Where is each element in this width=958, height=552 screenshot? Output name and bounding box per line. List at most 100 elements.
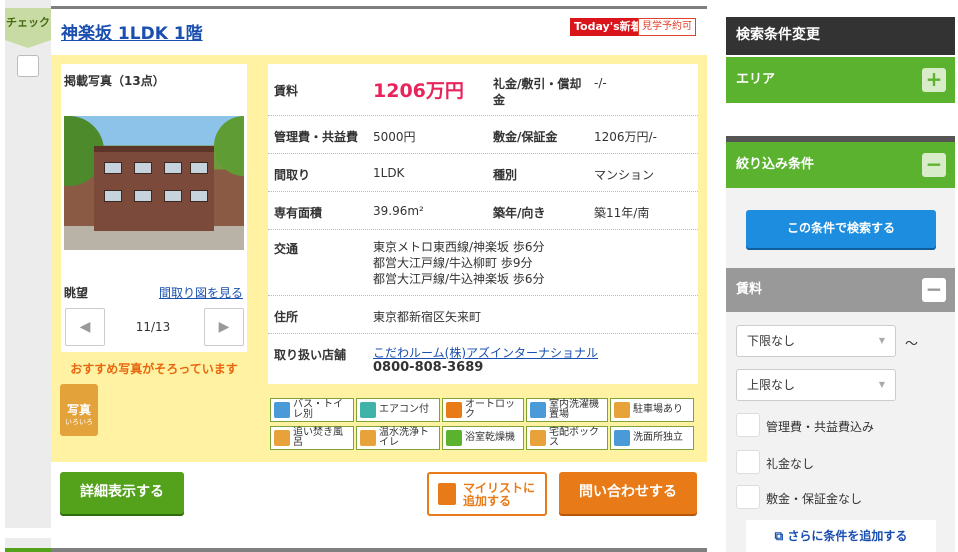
layout-value: 1LDK <box>373 166 405 180</box>
dryer-icon <box>446 430 462 446</box>
feature-label: 宅配ボックス <box>549 427 599 448</box>
listing-title[interactable]: 神楽坂 1LDK 1階 <box>61 19 203 44</box>
table-row: 専有面積 39.96m² 築年/向き 築11年/南 <box>268 192 698 230</box>
next-listing-divider <box>51 548 707 552</box>
address-value: 東京都新宿区矢来町 <box>373 310 482 324</box>
feature-label: 室内洗濯機置場 <box>549 399 599 420</box>
aircon-icon <box>360 402 376 418</box>
feature-label: 浴室乾燥機 <box>465 432 515 443</box>
feature-label: 追い焚き風呂 <box>293 427 343 448</box>
mgmt-label: 管理費・共益費 <box>274 130 359 144</box>
rent-section-toggle[interactable]: 賃料 − <box>726 268 955 312</box>
feature-aircon: エアコン付 <box>356 398 440 422</box>
refine-section-toggle[interactable]: 絞り込み条件 − <box>726 142 955 188</box>
no-reikin-checkbox[interactable] <box>736 450 760 474</box>
rent-label: 賃料 <box>274 84 299 98</box>
prev-photo-button[interactable]: ◀ <box>65 308 105 346</box>
plus-icon: + <box>922 68 946 92</box>
check-strip <box>5 0 51 528</box>
building-graphic <box>94 146 214 231</box>
access-line: 都営大江戸線/牛込柳町 歩9分 <box>373 256 533 270</box>
address-label: 住所 <box>274 310 299 324</box>
external-link-icon: ⧉ <box>774 529 788 543</box>
add-condition-link[interactable]: ⧉ さらに条件を追加する <box>746 520 936 552</box>
new-badge: Today's新着 <box>570 18 646 36</box>
search-button[interactable]: この条件で検索する <box>746 210 936 248</box>
option-label: 礼金なし <box>766 457 815 471</box>
mgmt-included-checkbox[interactable] <box>736 413 760 437</box>
feature-label: オートロック <box>465 399 515 420</box>
sink-icon <box>614 430 630 446</box>
area-label: 専有面積 <box>274 206 323 220</box>
tree-graphic <box>214 116 244 176</box>
photo-counter: 11/13 <box>135 320 171 334</box>
minus-icon: − <box>922 278 946 302</box>
feature-label: 洗面所独立 <box>633 432 683 443</box>
photo-icon-label: 写真 <box>66 403 91 417</box>
photos-label: 掲載写真（13点） <box>64 74 165 88</box>
lock-icon <box>446 402 462 418</box>
access-line: 都営大江戸線/牛込神楽坂 歩6分 <box>373 272 545 286</box>
access-line: 東京メトロ東西線/神楽坂 歩6分 <box>373 240 545 254</box>
add-mylist-button[interactable]: マイリストに追加する <box>427 472 547 516</box>
rent-value: 1206万円 <box>373 80 464 102</box>
mylist-label: マイリストに追加する <box>463 481 536 508</box>
bath-icon <box>274 402 290 418</box>
feature-bath-toilet: バス・トイレ別 <box>270 398 354 422</box>
listing-checkbox[interactable] <box>17 55 39 77</box>
visit-badge: 見学予約可 <box>638 18 696 36</box>
add-condition-label: さらに条件を追加する <box>787 529 908 543</box>
feature-delivery-box: 宅配ボックス <box>526 426 608 450</box>
age-label: 築年/向き <box>493 206 546 220</box>
bathtub-icon <box>274 430 290 446</box>
next-photo-button[interactable]: ▶ <box>204 308 244 346</box>
shikikin-label: 敷金/保証金 <box>493 130 558 144</box>
photo-icon-sub: いろいろ <box>65 418 93 426</box>
table-row: 交通 東京メトロ東西線/神楽坂 歩6分 都営大江戸線/牛込柳町 歩9分 都営大江… <box>268 230 698 296</box>
page: チェック 神楽坂 1LDK 1階 Today's新着 見学予約可 掲載写真（13… <box>0 0 958 552</box>
option-label: 管理費・共益費込み <box>766 420 875 434</box>
feature-label: バス・トイレ別 <box>293 399 343 420</box>
option-label: 敷金・保証金なし <box>766 492 863 506</box>
photo-stack-icon: 写真 いろいろ <box>60 384 98 436</box>
type-label: 種別 <box>493 168 518 182</box>
sidebar-header: 検索条件変更 <box>726 17 955 55</box>
table-row: 取り扱い店舗 こだわルーム(株)アズインターナショナル 0800-808-368… <box>268 334 698 384</box>
rent-max-select[interactable]: 上限なし <box>736 369 896 401</box>
feature-washer: 室内洗濯機置場 <box>526 398 608 422</box>
mgmt-value: 5000円 <box>373 130 416 144</box>
rent-min-select[interactable]: 下限なし <box>736 325 896 357</box>
feature-washroom: 洗面所独立 <box>610 426 694 450</box>
floorplan-link[interactable]: 間取り図を見る <box>159 284 243 301</box>
chevron-right-icon: ▶ <box>218 319 230 335</box>
box-icon <box>530 430 546 446</box>
area-value: 39.96m² <box>373 204 424 218</box>
detail-button[interactable]: 詳細表示する <box>60 472 184 514</box>
table-row: 間取り 1LDK 種別 マンション <box>268 154 698 192</box>
toilet-icon <box>360 430 376 446</box>
agent-label: 取り扱い店舗 <box>274 348 347 362</box>
inquiry-button[interactable]: 問い合わせする <box>559 472 697 514</box>
washer-icon <box>530 402 546 418</box>
age-value: 築11年/南 <box>594 206 650 220</box>
layout-label: 間取り <box>274 168 311 182</box>
access-label: 交通 <box>274 242 299 256</box>
table-row: 住所 東京都新宿区矢来町 <box>268 296 698 334</box>
building-photo[interactable] <box>64 116 244 250</box>
view-label: 眺望 <box>64 286 89 300</box>
minus-icon: − <box>922 153 946 177</box>
agent-link[interactable]: こだわルーム(株)アズインターナショナル <box>373 344 598 361</box>
feature-label: エアコン付 <box>379 404 429 415</box>
feature-washlet: 温水洗浄トイレ <box>356 426 440 450</box>
check-tab: チェック <box>5 8 51 48</box>
rent-section-label: 賃料 <box>736 282 763 297</box>
no-deposit-checkbox[interactable] <box>736 485 760 509</box>
feature-label: 温水洗浄トイレ <box>379 427 429 448</box>
recommend-text: おすすめ写真がそろっています <box>70 362 238 376</box>
deposit-label: 礼金/敷引・償却金 <box>493 77 582 107</box>
details-table: 賃料 1206万円 礼金/敷引・償却金 -/- 管理費・共益費 5000円 敷金… <box>268 64 698 384</box>
agent-phone: 0800-808-3689 <box>373 360 484 375</box>
area-section-toggle[interactable]: エリア + <box>726 57 955 103</box>
table-row: 賃料 1206万円 礼金/敷引・償却金 -/- <box>268 64 698 116</box>
feature-bath-dryer: 浴室乾燥機 <box>442 426 524 450</box>
